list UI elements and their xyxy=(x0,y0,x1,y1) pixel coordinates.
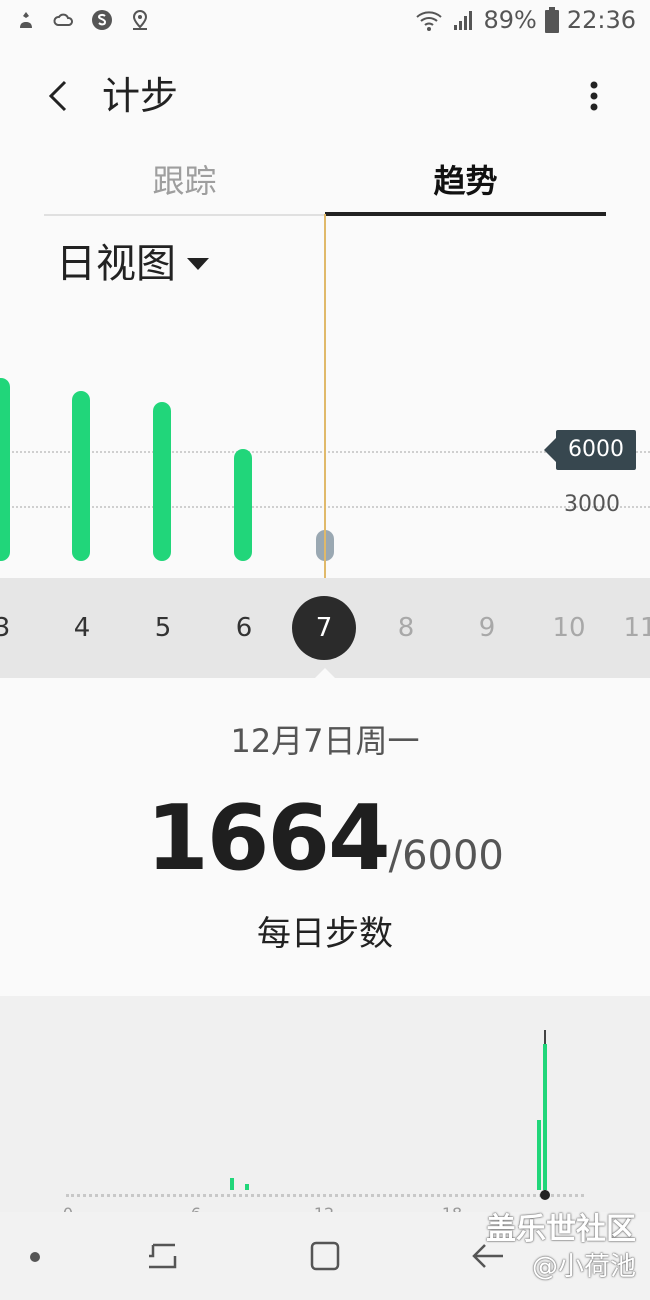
battery-icon xyxy=(544,7,559,33)
tab-tracking[interactable]: 跟踪 xyxy=(44,152,325,216)
app-bar: 计步 xyxy=(0,50,650,140)
date-item[interactable]: 3 xyxy=(0,578,42,678)
more-vert-icon xyxy=(590,81,598,111)
clock: 22:36 xyxy=(566,6,636,34)
date-item[interactable]: 4 xyxy=(42,578,122,678)
summary-label: 每日步数 xyxy=(257,914,393,954)
recent-apps-button[interactable] xyxy=(140,1234,184,1278)
nav-dot-icon xyxy=(30,1252,40,1262)
current-time-marker xyxy=(540,1190,550,1200)
page-title: 计步 xyxy=(102,74,179,118)
date-selector[interactable]: 3 4 5 6 7 8 9 10 11 xyxy=(0,578,650,678)
date-item[interactable]: 9 xyxy=(447,578,527,678)
chart-bar-3[interactable] xyxy=(0,377,10,561)
goal-badge: 6000 xyxy=(544,430,636,470)
home-button[interactable] xyxy=(303,1234,347,1278)
date-item[interactable]: 5 xyxy=(123,578,203,678)
wifi-icon xyxy=(416,11,443,31)
view-mode-label: 日视图 xyxy=(56,241,176,287)
more-options-button[interactable] xyxy=(574,72,614,120)
step-count-value: 1664 xyxy=(146,786,390,891)
hourly-bar xyxy=(230,1178,234,1190)
date-pointer xyxy=(313,668,337,680)
status-bar: 89% 22:36 xyxy=(0,0,650,44)
chart-bar-4[interactable] xyxy=(72,390,90,561)
date-item-selected[interactable]: 7 xyxy=(284,578,364,678)
weather-icon xyxy=(53,13,73,26)
chart-bar-6[interactable] xyxy=(234,449,252,561)
step-goal-value: /6000 xyxy=(388,833,504,879)
signal-icon xyxy=(454,11,473,30)
step-count: 1664/6000 xyxy=(0,786,650,891)
back-button[interactable] xyxy=(34,72,82,120)
summary-date: 12月7日周一 xyxy=(230,722,420,760)
app-icon xyxy=(92,10,112,30)
axis-label-3000: 3000 xyxy=(564,492,620,517)
watermark-community: 盖乐世社区 xyxy=(486,1212,636,1247)
dropdown-arrow-icon xyxy=(187,258,209,270)
view-mode-dropdown[interactable]: 日视图 xyxy=(56,238,210,290)
recents-icon xyxy=(149,1243,177,1269)
notification-icon xyxy=(20,12,32,28)
date-item[interactable]: 11 xyxy=(600,578,650,678)
date-item[interactable]: 8 xyxy=(366,578,446,678)
location-icon xyxy=(132,9,148,30)
selection-cursor xyxy=(324,214,326,578)
tab-bar: 跟踪 趋势 xyxy=(44,152,606,216)
battery-percent: 89% xyxy=(483,6,537,34)
home-icon xyxy=(310,1241,340,1271)
app-screen: 89% 22:36 计步 跟踪 趋势 日视图 6000 3000 3 4 5 6 xyxy=(0,0,650,1300)
date-item[interactable]: 10 xyxy=(529,578,609,678)
chart-bar-5[interactable] xyxy=(153,401,171,561)
hourly-bar xyxy=(543,1044,547,1190)
tab-trends[interactable]: 趋势 xyxy=(325,152,606,216)
hourly-bar xyxy=(537,1120,541,1190)
date-item[interactable]: 6 xyxy=(204,578,284,678)
chevron-left-icon xyxy=(48,80,67,112)
hourly-axis xyxy=(66,1194,584,1197)
hourly-bar xyxy=(245,1184,249,1190)
hourly-steps-chart[interactable]: 0 6 12 18 xyxy=(0,996,650,1223)
watermark-author: @小荷池 xyxy=(531,1252,636,1282)
